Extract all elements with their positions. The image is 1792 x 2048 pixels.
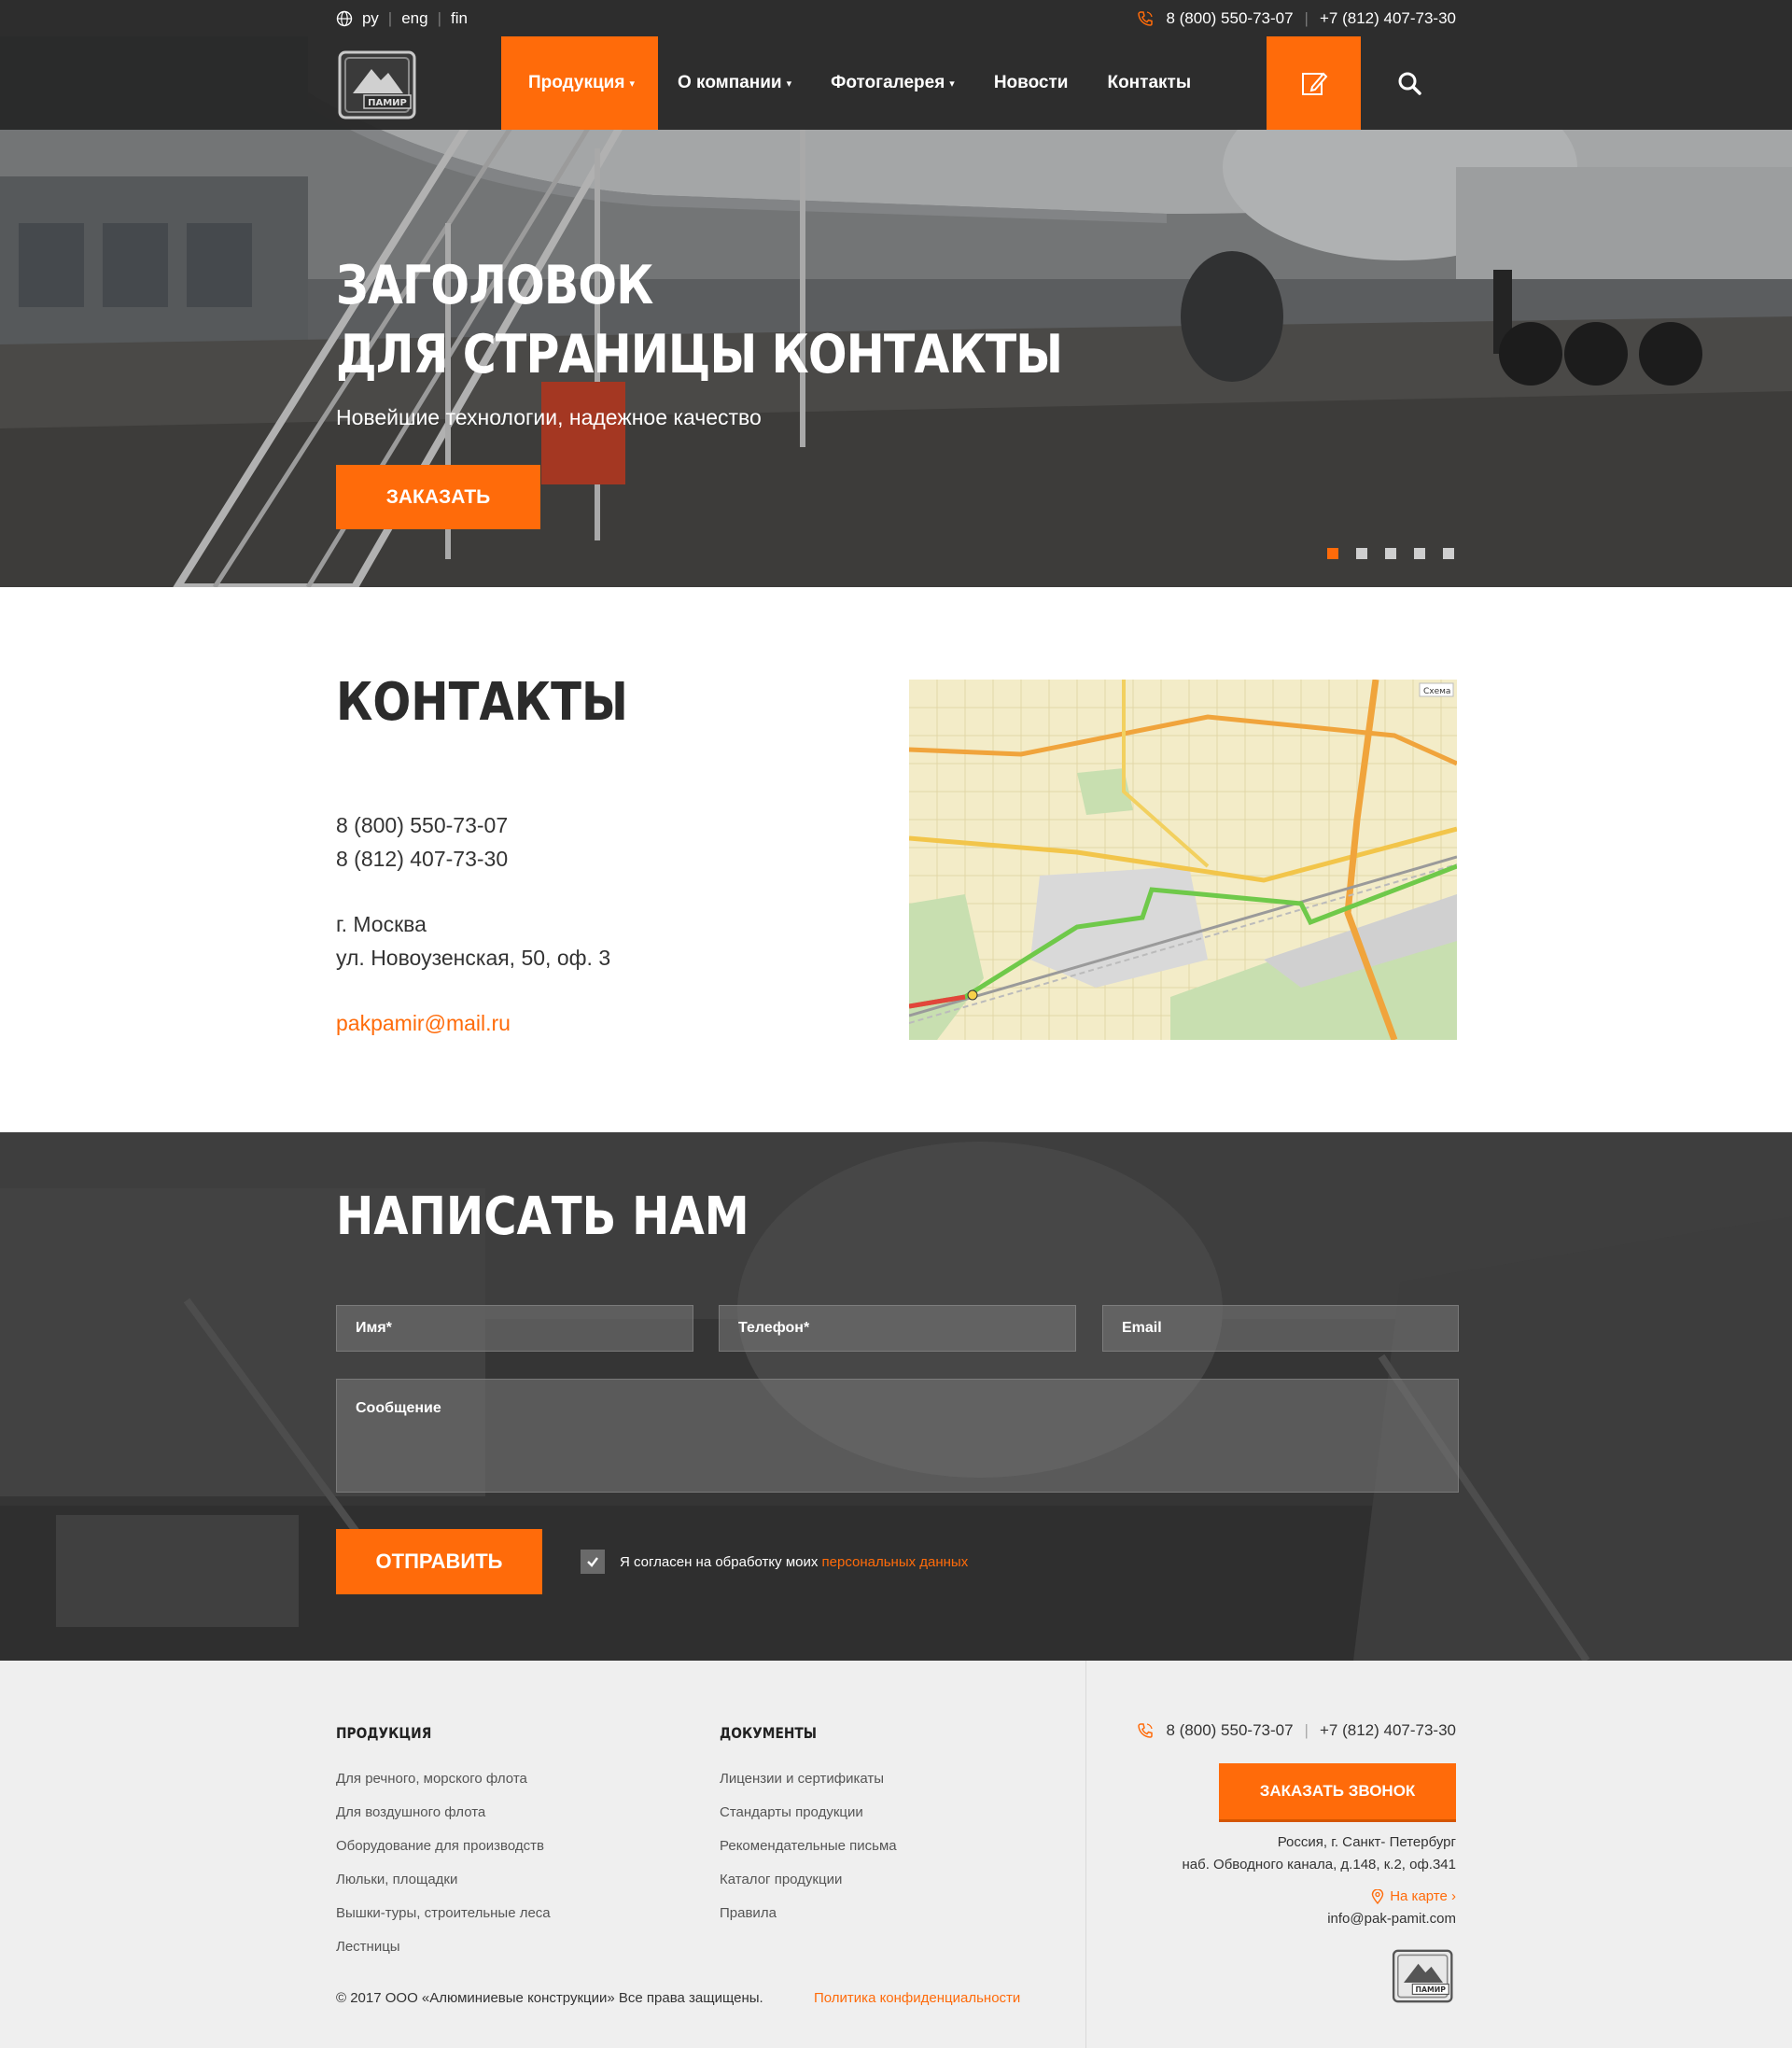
footer-link[interactable]: Рекомендательные письма bbox=[720, 1830, 897, 1863]
nav-menu: Продукция ▾ О компании ▾ Фотогалерея ▾ Ново… bbox=[501, 36, 1211, 130]
footer-link[interactable]: Лестницы bbox=[336, 1930, 551, 1964]
footer: ПРОДУКЦИЯ Для речного, морского флота Дл… bbox=[0, 1661, 1792, 2048]
divider: | bbox=[1304, 1721, 1309, 1739]
svg-text:ПАМИР: ПАМИР bbox=[368, 98, 407, 108]
lang-fin[interactable]: fin bbox=[451, 9, 468, 28]
footer-divider bbox=[1085, 1661, 1086, 2048]
slider-dots bbox=[1327, 548, 1454, 559]
write-message-button[interactable] bbox=[1267, 36, 1361, 130]
footer-phone-1[interactable]: 8 (800) 550-73-07 bbox=[1166, 1721, 1293, 1740]
hero-subtitle: Новейшие технологии, надежное качество bbox=[336, 405, 762, 429]
globe-icon bbox=[336, 10, 353, 26]
nav-item-about[interactable]: О компании ▾ bbox=[658, 36, 811, 130]
message-placeholder: Сообщение bbox=[356, 1400, 441, 1416]
lang-eng[interactable]: eng bbox=[401, 9, 427, 28]
company-logo[interactable]: ПАМИР bbox=[336, 49, 420, 121]
footer-logo[interactable]: ПАМИР bbox=[1391, 1947, 1456, 2005]
name-placeholder: Имя* bbox=[356, 1320, 392, 1336]
footer-link[interactable]: Вышки-туры, строительные леса bbox=[336, 1897, 551, 1930]
map-mode-label[interactable]: Схема bbox=[1423, 687, 1450, 696]
map-pin-icon bbox=[1372, 1888, 1384, 1904]
footer-link[interactable]: Правила bbox=[720, 1897, 897, 1930]
consent-checkbox[interactable] bbox=[581, 1550, 605, 1574]
svg-text:ПАМИР: ПАМИР bbox=[1416, 1985, 1447, 1994]
nav-item-gallery[interactable]: Фотогалерея ▾ bbox=[811, 36, 974, 130]
footer-link[interactable]: Для воздушного флота bbox=[336, 1796, 551, 1830]
contacts-map[interactable]: Схема bbox=[909, 680, 1457, 1040]
contact-city: г. Москва bbox=[336, 912, 427, 936]
nav-item-products[interactable]: Продукция ▾ bbox=[501, 36, 658, 130]
slider-dot[interactable] bbox=[1327, 548, 1338, 559]
footer-phones: 8 (800) 550-73-07 | +7 (812) 407-73-30 bbox=[1136, 1721, 1456, 1740]
footer-link[interactable]: Оборудование для производств bbox=[336, 1830, 551, 1863]
contact-details: 8 (800) 550-73-07 8 (812) 407-73-30 г. М… bbox=[336, 808, 610, 1040]
top-bar: ру | eng | fin 8 (800) 550-73-07 | +7 (8… bbox=[0, 0, 1792, 36]
contacts-title: КОНТАКТЫ bbox=[336, 672, 628, 733]
footer-link[interactable]: Стандарты продукции bbox=[720, 1796, 897, 1830]
phone-icon bbox=[1138, 10, 1154, 26]
divider: | bbox=[1304, 8, 1309, 27]
contact-email-link[interactable]: pakpamir@mail.ru bbox=[336, 1006, 610, 1040]
search-icon bbox=[1398, 72, 1421, 95]
footer-address: Россия, г. Санкт- Петербург наб. Обводно… bbox=[1182, 1834, 1456, 1873]
phone-placeholder: Телефон* bbox=[738, 1320, 810, 1336]
footer-link[interactable]: Люльки, площадки bbox=[336, 1863, 551, 1897]
checkmark-icon bbox=[587, 1557, 598, 1567]
contacts-section: КОНТАКТЫ 8 (800) 550-73-07 8 (812) 407-7… bbox=[0, 587, 1792, 1132]
main-nav: ПАМИР Продукция ▾ О компании ▾ Фотогалерея… bbox=[0, 36, 1792, 130]
contact-form-section: НАПИСАТЬ НАМ Имя* Телефон* Email Сообщен… bbox=[0, 1132, 1792, 1661]
phone-field[interactable]: Телефон* bbox=[719, 1305, 1076, 1352]
hero-title: ЗАГОЛОВОК ДЛЯ СТРАНИЦЫ КОНТАКТЫ bbox=[336, 255, 1063, 386]
edit-icon bbox=[1301, 72, 1327, 95]
consent-checkbox-row: Я согласен на обработку моих персональны… bbox=[581, 1550, 968, 1574]
footer-phone-2[interactable]: +7 (812) 407-73-30 bbox=[1320, 1721, 1456, 1740]
email-placeholder: Email bbox=[1122, 1320, 1162, 1336]
language-switcher: ру | eng | fin bbox=[336, 9, 468, 28]
footer-products-title: ПРОДУКЦИЯ bbox=[336, 1724, 432, 1742]
footer-email[interactable]: info@pak-pamit.com bbox=[1327, 1911, 1456, 1927]
lang-ru[interactable]: ру bbox=[362, 9, 379, 28]
email-field[interactable]: Email bbox=[1102, 1305, 1459, 1352]
name-field[interactable]: Имя* bbox=[336, 1305, 693, 1352]
slider-dot[interactable] bbox=[1356, 548, 1367, 559]
search-button[interactable] bbox=[1391, 64, 1428, 102]
form-title: НАПИСАТЬ НАМ bbox=[336, 1186, 749, 1247]
slider-dot[interactable] bbox=[1443, 548, 1454, 559]
contact-phone-1[interactable]: 8 (800) 550-73-07 bbox=[336, 808, 610, 842]
phone-1[interactable]: 8 (800) 550-73-07 bbox=[1166, 9, 1293, 28]
slider-dot[interactable] bbox=[1414, 548, 1425, 559]
message-field[interactable]: Сообщение bbox=[336, 1379, 1459, 1493]
privacy-policy-link[interactable]: Политика конфиденциальности bbox=[814, 1990, 1020, 2006]
footer-contacts: 8 (800) 550-73-07 | +7 (812) 407-73-30 З… bbox=[1124, 1661, 1456, 2048]
phone-icon bbox=[1138, 1723, 1154, 1738]
contact-street: ул. Новоузенская, 50, оф. 3 bbox=[336, 946, 611, 970]
order-button[interactable]: ЗАКАЗАТЬ bbox=[336, 465, 540, 529]
footer-link[interactable]: Для речного, морского флота bbox=[336, 1762, 551, 1796]
submit-button[interactable]: ОТПРАВИТЬ bbox=[336, 1529, 542, 1594]
footer-link[interactable]: Лицензии и сертификаты bbox=[720, 1762, 897, 1796]
nav-item-news[interactable]: Новости bbox=[974, 36, 1088, 130]
footer-products-column: ПРОДУКЦИЯ Для речного, морского флота Дл… bbox=[336, 1724, 551, 1964]
divider: | bbox=[437, 8, 441, 27]
divider: | bbox=[387, 8, 393, 27]
footer-documents-title: ДОКУМЕНТЫ bbox=[720, 1724, 818, 1742]
personal-data-link[interactable]: персональных данных bbox=[822, 1554, 969, 1570]
nav-item-contacts[interactable]: Контакты bbox=[1087, 36, 1211, 130]
consent-label: Я согласен на обработку моих персональны… bbox=[620, 1553, 969, 1570]
contact-phone-2[interactable]: 8 (812) 407-73-30 bbox=[336, 842, 610, 876]
phone-2[interactable]: +7 (812) 407-73-30 bbox=[1320, 9, 1456, 28]
footer-documents-column: ДОКУМЕНТЫ Лицензии и сертификаты Стандар… bbox=[720, 1724, 897, 1930]
order-call-button[interactable]: ЗАКАЗАТЬ ЗВОНОК bbox=[1219, 1763, 1456, 1819]
header-phones: 8 (800) 550-73-07 | +7 (812) 407-73-30 bbox=[1136, 9, 1456, 28]
copyright: © 2017 ООО «Алюминиевые конструкции» Все… bbox=[336, 1990, 763, 2006]
on-map-link[interactable]: На карте › bbox=[1371, 1888, 1456, 1904]
footer-link[interactable]: Каталог продукции bbox=[720, 1863, 897, 1897]
slider-dot[interactable] bbox=[1385, 548, 1396, 559]
